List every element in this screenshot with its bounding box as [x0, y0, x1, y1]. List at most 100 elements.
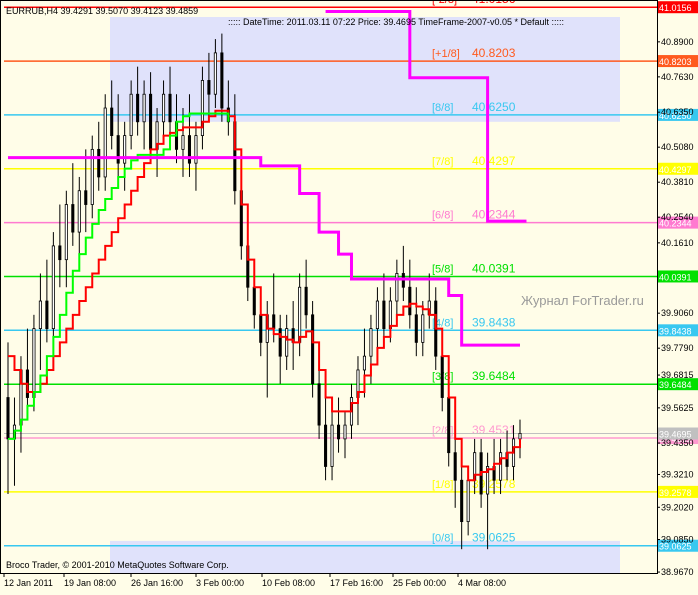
- y-tick-label: 39.7790: [661, 343, 694, 353]
- candle-body: [103, 107, 107, 178]
- axis-level-tag-text: 41.0156: [659, 3, 692, 13]
- symbol-header: EURRUB,H4 39.4291 39.5070 39.4123 39.485…: [6, 6, 198, 16]
- x-tick-label: 3 Feb 00:00: [196, 578, 244, 588]
- axis-level-tag-text: 40.8203: [659, 57, 692, 67]
- candle-body: [388, 300, 392, 330]
- info-line: ::::: DateTime: 2011.03.11 07:22 Price: …: [228, 17, 564, 27]
- x-tick-label: 4 Mar 08:00: [458, 578, 506, 588]
- candle-body: [168, 93, 172, 123]
- x-tick-label: 10 Feb 08:00: [262, 578, 315, 588]
- murrey-level-name: [5/8]: [432, 263, 453, 275]
- candle-body: [97, 148, 101, 178]
- murrey-level-name: [0/8]: [432, 533, 453, 545]
- axis-level-tag-text: 40.0391: [659, 272, 692, 282]
- candle-body: [518, 432, 522, 440]
- candle-body: [220, 52, 224, 109]
- murrey-level-value: 40.6250: [472, 100, 516, 114]
- upper-zone: [110, 17, 620, 122]
- candle-body: [382, 300, 386, 330]
- y-tick-label: 39.0850: [661, 535, 694, 545]
- murrey-level-name: [1/8]: [432, 479, 453, 491]
- murrey-level-value: 39.8438: [472, 315, 516, 329]
- axis-level-tag-text: 39.2578: [659, 488, 692, 498]
- candle-body: [421, 314, 425, 343]
- y-tick-label: 39.6815: [661, 370, 694, 380]
- murrey-level-value: 39.6484: [472, 369, 516, 383]
- y-tick-label: 39.9060: [661, 308, 694, 318]
- murrey-level-name: [6/8]: [432, 210, 453, 222]
- candle-body: [311, 314, 315, 385]
- x-tick-label: 12 Jan 2011: [4, 578, 53, 588]
- watermark: Журнал ForTrader.ru: [521, 293, 644, 308]
- candle-body: [330, 424, 334, 467]
- murrey-level-name: [8/8]: [432, 102, 453, 114]
- price-chart[interactable]: [-2/8]41.015641.0156[+1/8]40.820340.8203…: [0, 0, 698, 595]
- axis-level-tag-text: 39.8438: [659, 326, 692, 336]
- candle-body: [362, 355, 366, 371]
- axis-level-tag-text: 40.4297: [659, 165, 692, 175]
- y-tick-label: 40.5080: [661, 142, 694, 152]
- y-tick-label: 38.9670: [661, 567, 694, 577]
- y-tick-label: 40.7630: [661, 72, 694, 82]
- murrey-level-value: 40.4297: [472, 154, 516, 168]
- candle-body: [285, 328, 289, 357]
- candle-body: [408, 286, 412, 316]
- candle-body: [252, 286, 256, 316]
- candle-body: [336, 424, 341, 440]
- murrey-level-name: [+1/8]: [432, 48, 460, 60]
- murrey-level-value: 39.4531: [472, 423, 516, 437]
- y-tick-label: 39.2020: [661, 502, 694, 512]
- y-tick-label: 40.2540: [661, 212, 694, 222]
- y-tick-label: 40.6350: [661, 107, 694, 117]
- candle-body: [32, 328, 36, 398]
- candle-body: [162, 93, 166, 123]
- candle-body: [84, 190, 88, 205]
- copyright-text: Broco Trader, © 2001-2010 MetaQuotes Sof…: [6, 560, 229, 570]
- candle-body: [136, 93, 140, 123]
- x-tick-label: 26 Jan 16:00: [131, 578, 183, 588]
- candle-body: [499, 452, 503, 481]
- candle-body: [304, 286, 308, 316]
- y-tick-label: 40.1610: [661, 238, 694, 248]
- y-tick-label: 40.8900: [661, 37, 694, 47]
- y-tick-label: 39.4350: [661, 438, 694, 448]
- candle-body: [71, 204, 75, 233]
- candle-body: [45, 300, 49, 330]
- axis-level-tag-text: 39.6484: [659, 380, 692, 390]
- candle-body: [51, 245, 55, 330]
- candle-body: [278, 328, 282, 357]
- candle-body: [324, 424, 328, 467]
- murrey-level-value: 39.0625: [472, 531, 516, 545]
- murrey-level-value: 40.2344: [472, 208, 516, 222]
- candle-body: [466, 479, 470, 523]
- murrey-level-value: 40.8203: [472, 46, 516, 60]
- candle-body: [64, 204, 68, 261]
- y-tick-label: 39.5625: [661, 403, 694, 413]
- candle-body: [369, 328, 373, 357]
- candle-body: [259, 314, 263, 343]
- murrey-level-value: 40.0391: [472, 261, 516, 275]
- candle-body: [6, 397, 10, 440]
- candle-body: [343, 424, 347, 440]
- candle-body: [460, 479, 464, 523]
- candle-body: [317, 383, 321, 426]
- x-tick-label: 25 Feb 00:00: [393, 578, 446, 588]
- candle-body: [447, 397, 451, 454]
- candle-body: [38, 300, 42, 330]
- candle-body: [440, 355, 444, 398]
- candle-body: [375, 300, 379, 330]
- y-tick-label: 40.3810: [661, 177, 694, 187]
- candle-body: [110, 107, 114, 136]
- y-tick-label: 39.3210: [661, 469, 694, 479]
- candle-body: [414, 314, 418, 343]
- chart-window: [-2/8]41.015641.0156[+1/8]40.820340.8203…: [0, 0, 698, 595]
- candle-body: [272, 314, 276, 330]
- murrey-level-name: [7/8]: [432, 156, 453, 168]
- candle-body: [181, 135, 185, 150]
- candle-body: [453, 452, 457, 481]
- candle-body: [77, 190, 81, 233]
- candle-body: [149, 93, 153, 150]
- candle-body: [129, 93, 133, 136]
- candle-body: [58, 245, 62, 261]
- x-tick-label: 17 Feb 16:00: [330, 578, 383, 588]
